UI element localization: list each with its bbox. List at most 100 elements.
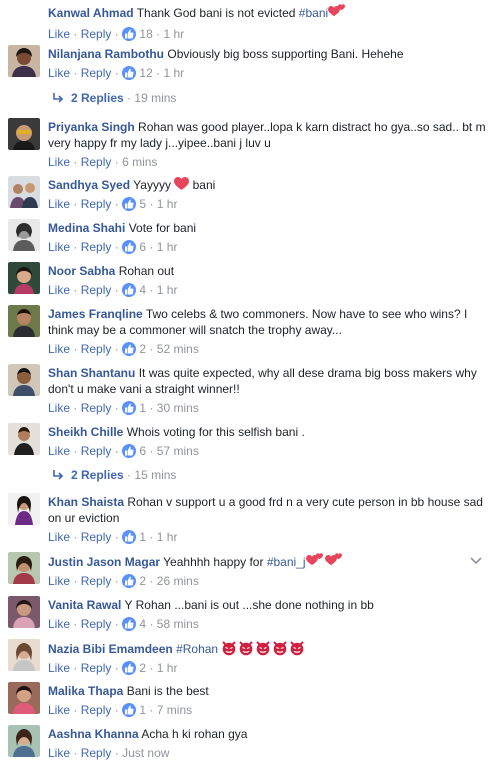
like-count[interactable]: 4 bbox=[139, 283, 146, 297]
comment-time[interactable]: 1 hr bbox=[157, 661, 178, 675]
like-count[interactable]: 6 bbox=[139, 240, 146, 254]
avatar[interactable] bbox=[8, 639, 40, 671]
like-count[interactable]: 4 bbox=[139, 617, 146, 631]
comment-author[interactable]: Vanita Rawal bbox=[48, 598, 121, 612]
avatar[interactable] bbox=[8, 45, 40, 77]
like-link[interactable]: Like bbox=[48, 574, 70, 588]
comment-author[interactable]: Shan Shantanu bbox=[48, 366, 135, 380]
like-link[interactable]: Like bbox=[48, 240, 70, 254]
like-link[interactable]: Like bbox=[48, 66, 70, 80]
avatar[interactable] bbox=[8, 493, 40, 525]
like-count[interactable]: 1 bbox=[139, 530, 146, 544]
comment-author[interactable]: Malika Thapa bbox=[48, 684, 123, 698]
reply-link[interactable]: Reply bbox=[81, 27, 112, 41]
like-link[interactable]: Like bbox=[48, 401, 70, 415]
reply-link[interactable]: Reply bbox=[81, 574, 112, 588]
chevron-down-icon[interactable] bbox=[470, 557, 482, 565]
avatar[interactable] bbox=[8, 262, 40, 294]
thumbs-up-icon[interactable] bbox=[122, 703, 137, 717]
comment-author[interactable]: Nilanjana Rambothu bbox=[48, 47, 164, 61]
thumbs-up-icon[interactable] bbox=[122, 661, 137, 675]
avatar[interactable] bbox=[8, 219, 40, 251]
reply-link[interactable]: Reply bbox=[81, 197, 112, 211]
comment-time[interactable]: 58 mins bbox=[157, 617, 199, 631]
comment-author[interactable]: Priyanka Singh bbox=[48, 120, 135, 134]
reply-link[interactable]: Reply bbox=[81, 661, 112, 675]
thumbs-up-icon[interactable] bbox=[122, 530, 137, 544]
thumbs-up-icon[interactable] bbox=[122, 283, 137, 297]
comment-time[interactable]: 1 hr bbox=[157, 530, 178, 544]
hashtag-link[interactable]: #Rohan bbox=[176, 642, 218, 656]
like-count[interactable]: 12 bbox=[139, 66, 152, 80]
reply-link[interactable]: Reply bbox=[81, 240, 112, 254]
comment-author[interactable]: Nazia Bibi Emamdeen bbox=[48, 642, 173, 656]
avatar[interactable] bbox=[8, 305, 40, 337]
comment-time[interactable]: 6 mins bbox=[122, 155, 157, 169]
view-replies-link[interactable]: 2 Replies · 15 mins bbox=[52, 467, 176, 483]
thumbs-up-icon[interactable] bbox=[122, 342, 137, 356]
comment-time[interactable]: 26 mins bbox=[157, 574, 199, 588]
thumbs-up-icon[interactable] bbox=[122, 66, 137, 80]
like-link[interactable]: Like bbox=[48, 155, 70, 169]
thumbs-up-icon[interactable] bbox=[122, 197, 137, 211]
comment-author[interactable]: James Franqline bbox=[48, 307, 143, 321]
comment-author[interactable]: Justin Jason Magar bbox=[48, 555, 160, 569]
hashtag-link[interactable]: #bani bbox=[299, 6, 328, 20]
comment-time[interactable]: 7 mins bbox=[157, 703, 192, 717]
thumbs-up-icon[interactable] bbox=[122, 617, 137, 631]
comment-time[interactable]: 1 hr bbox=[163, 27, 184, 41]
reply-link[interactable]: Reply bbox=[81, 617, 112, 631]
avatar[interactable] bbox=[8, 552, 40, 584]
reply-link[interactable]: Reply bbox=[81, 746, 112, 760]
like-link[interactable]: Like bbox=[48, 27, 70, 41]
reply-link[interactable]: Reply bbox=[81, 703, 112, 717]
thumbs-up-icon[interactable] bbox=[122, 574, 137, 588]
comment-time[interactable]: 30 mins bbox=[157, 401, 199, 415]
reply-link[interactable]: Reply bbox=[81, 444, 112, 458]
avatar[interactable] bbox=[8, 364, 40, 396]
like-count[interactable]: 1 bbox=[139, 703, 146, 717]
comment-author[interactable]: Medina Shahi bbox=[48, 221, 125, 235]
avatar[interactable] bbox=[8, 725, 40, 757]
comment-time[interactable]: 1 hr bbox=[157, 240, 178, 254]
like-link[interactable]: Like bbox=[48, 530, 70, 544]
like-link[interactable]: Like bbox=[48, 661, 70, 675]
reply-link[interactable]: Reply bbox=[81, 283, 112, 297]
comment-author[interactable]: Kanwal Ahmad bbox=[48, 6, 134, 20]
avatar[interactable] bbox=[8, 682, 40, 714]
like-link[interactable]: Like bbox=[48, 617, 70, 631]
comment-author[interactable]: Aashna Khanna bbox=[48, 727, 139, 741]
view-replies-link[interactable]: 2 Replies · 19 mins bbox=[52, 90, 176, 106]
avatar[interactable] bbox=[8, 596, 40, 628]
avatar[interactable] bbox=[8, 423, 40, 455]
reply-link[interactable]: Reply bbox=[81, 342, 112, 356]
like-link[interactable]: Like bbox=[48, 283, 70, 297]
comment-time[interactable]: 52 mins bbox=[157, 342, 199, 356]
like-count[interactable]: 2 bbox=[139, 574, 146, 588]
comment-time[interactable]: 1 hr bbox=[157, 197, 178, 211]
thumbs-up-icon[interactable] bbox=[122, 401, 137, 415]
like-count[interactable]: 1 bbox=[139, 401, 146, 415]
avatar[interactable] bbox=[8, 118, 40, 150]
like-count[interactable]: 18 bbox=[139, 27, 152, 41]
comment-author[interactable]: Sheikh Chille bbox=[48, 425, 123, 439]
reply-link[interactable]: Reply bbox=[81, 155, 112, 169]
replies-count[interactable]: 2 Replies bbox=[71, 91, 124, 105]
like-link[interactable]: Like bbox=[48, 197, 70, 211]
comment-time[interactable]: 1 hr bbox=[163, 66, 184, 80]
like-link[interactable]: Like bbox=[48, 746, 70, 760]
avatar[interactable] bbox=[8, 176, 40, 208]
like-count[interactable]: 5 bbox=[139, 197, 146, 211]
hashtag-link[interactable]: #bani_j bbox=[267, 555, 306, 569]
comment-author[interactable]: Noor Sabha bbox=[48, 264, 115, 278]
comment-time[interactable]: Just now bbox=[122, 746, 169, 760]
like-count[interactable]: 6 bbox=[139, 444, 146, 458]
comment-time[interactable]: 1 hr bbox=[157, 283, 178, 297]
like-link[interactable]: Like bbox=[48, 444, 70, 458]
reply-link[interactable]: Reply bbox=[81, 530, 112, 544]
like-link[interactable]: Like bbox=[48, 342, 70, 356]
comment-time[interactable]: 57 mins bbox=[157, 444, 199, 458]
thumbs-up-icon[interactable] bbox=[122, 27, 137, 41]
reply-link[interactable]: Reply bbox=[81, 401, 112, 415]
thumbs-up-icon[interactable] bbox=[122, 444, 137, 458]
